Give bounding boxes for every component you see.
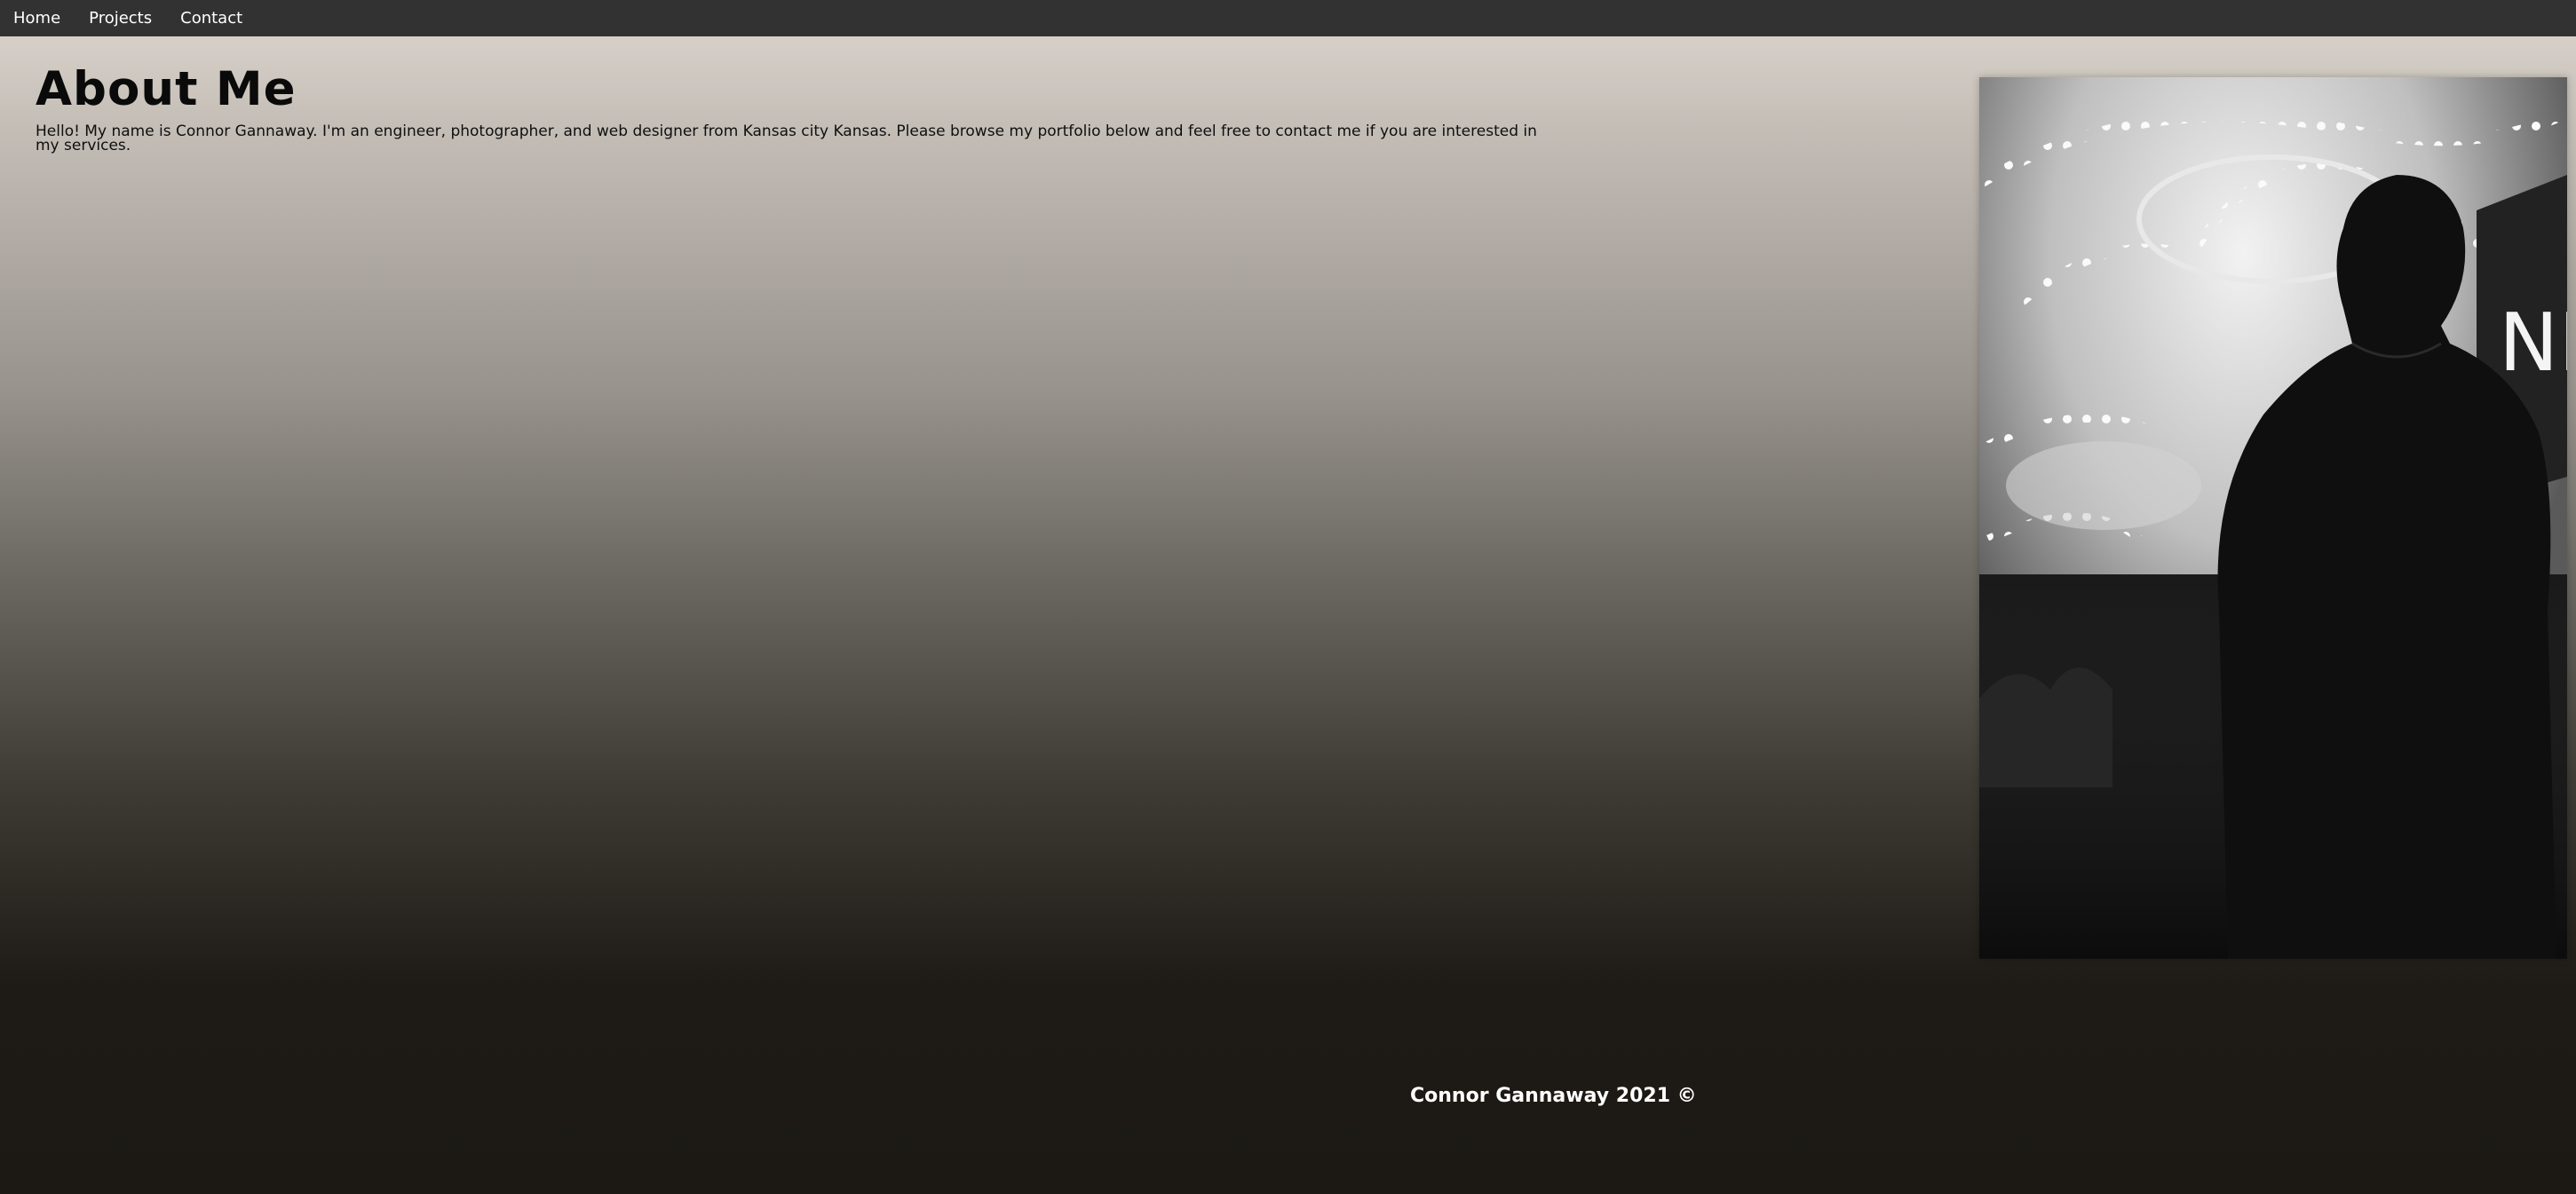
portrait-photo: ND	[1979, 77, 2567, 959]
nav-home-link[interactable]: Home	[13, 0, 60, 36]
page-title: About Me	[36, 62, 297, 116]
sign-lettering: ND	[2499, 297, 2567, 390]
nav-projects-link[interactable]: Projects	[89, 0, 152, 36]
portrait-illustration: ND	[1979, 77, 2567, 959]
footer-copyright: Connor Gannaway 2021 ©	[1410, 1085, 1697, 1107]
nav-contact-link[interactable]: Contact	[180, 0, 242, 36]
top-navbar: Home Projects Contact	[0, 0, 2576, 36]
intro-paragraph: Hello! My name is Connor Gannaway. I'm a…	[36, 123, 1537, 154]
